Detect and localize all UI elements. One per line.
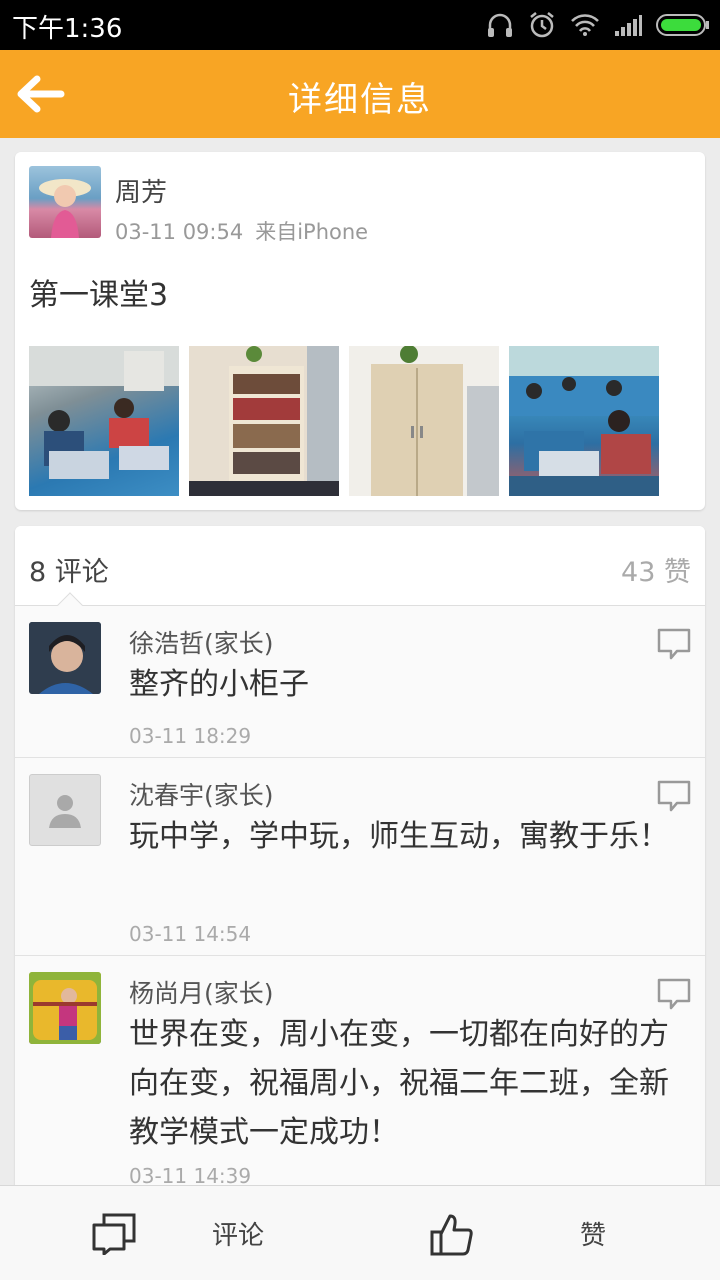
post-card: 周芳 03-11 09:54 来自iPhone 第一课堂3	[15, 152, 705, 510]
comments-header: 8 评论 43 赞	[15, 526, 705, 618]
comment-time: 03-11 14:54	[129, 922, 252, 946]
comment-icon	[92, 1213, 136, 1255]
post-text: 第一课堂3	[29, 278, 169, 313]
battery-icon	[656, 13, 710, 37]
page-title: 详细信息	[288, 80, 432, 120]
comment-button-label[interactable]: 评论	[212, 1186, 264, 1280]
like-button[interactable]	[430, 1186, 474, 1280]
headphones-icon	[486, 12, 514, 38]
commenter-name[interactable]: 沈春宇(家长)	[129, 776, 274, 812]
photo-thumbnail[interactable]	[349, 346, 499, 496]
comment-count[interactable]: 8 评论	[29, 550, 109, 589]
reply-icon[interactable]	[657, 978, 691, 1010]
title-bar: 详细信息	[0, 50, 720, 138]
comment-button[interactable]	[92, 1186, 136, 1280]
author-name[interactable]: 周芳	[115, 172, 167, 209]
status-time: 下午1:36	[12, 14, 123, 44]
photo-grid	[29, 346, 659, 496]
comments-card: 8 评论 43 赞 徐浩哲(家长) 整齐的小柜子 03-11 18:29 沈春宇…	[15, 526, 705, 1206]
alarm-icon	[528, 11, 556, 39]
author-avatar[interactable]	[29, 166, 101, 238]
commenter-name[interactable]: 徐浩哲(家长)	[129, 624, 274, 660]
like-button-label[interactable]: 赞	[580, 1186, 606, 1280]
comment-time: 03-11 18:29	[129, 724, 252, 748]
default-avatar-icon	[49, 795, 81, 828]
comment-text: 世界在变，周小在变，一切都在向好的方向在变，祝福周小，祝福二年二班，全新教学模式…	[129, 1017, 669, 1150]
thumbs-up-icon	[430, 1214, 473, 1255]
post-date: 03-11 09:54	[115, 220, 244, 244]
reply-icon[interactable]	[657, 780, 691, 812]
reply-icon[interactable]	[657, 628, 691, 660]
commenter-avatar[interactable]	[29, 972, 101, 1044]
commenter-name[interactable]: 杨尚月(家长)	[129, 974, 274, 1010]
wifi-icon	[570, 13, 600, 37]
like-count[interactable]: 43 赞	[621, 550, 691, 589]
comment-item: 徐浩哲(家长) 整齐的小柜子 03-11 18:29	[15, 606, 705, 758]
comment-item: 沈春宇(家长) 玩中学，学中玩，师生互动，寓教于乐！ 03-11 14:54	[15, 758, 705, 956]
comment-text: 玩中学，学中玩，师生互动，寓教于乐！	[129, 819, 669, 854]
post-source: 来自iPhone	[255, 220, 369, 244]
status-bar: 下午1:36	[0, 0, 720, 50]
status-icons	[486, 10, 710, 40]
photo-thumbnail[interactable]	[29, 346, 179, 496]
comment-item: 杨尚月(家长) 世界在变，周小在变，一切都在向好的方向在变，祝福周小，祝福二年二…	[15, 956, 705, 1206]
comment-text: 整齐的小柜子	[129, 667, 309, 702]
bottom-action-bar: 评论 赞	[0, 1185, 720, 1280]
post-meta: 03-11 09:54 来自iPhone	[115, 216, 368, 246]
photo-thumbnail[interactable]	[189, 346, 339, 496]
commenter-avatar[interactable]	[29, 774, 101, 846]
photo-thumbnail[interactable]	[509, 346, 659, 496]
signal-icon	[614, 13, 642, 37]
commenter-avatar[interactable]	[29, 622, 101, 694]
